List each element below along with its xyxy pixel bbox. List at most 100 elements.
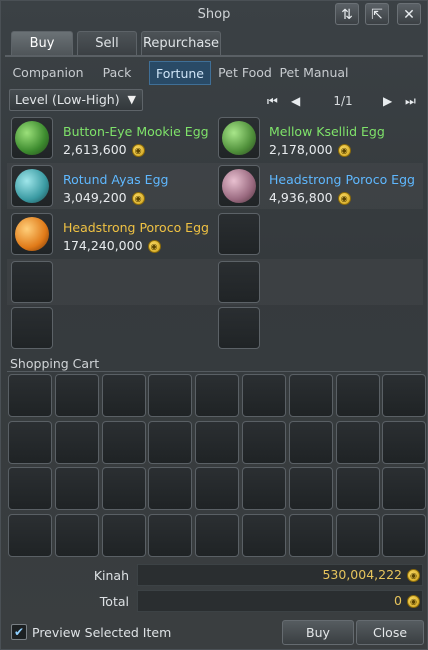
cart-slot[interactable] bbox=[335, 420, 380, 464]
empty-item-slot[interactable] bbox=[11, 307, 53, 349]
kinah-value: 530,004,222 bbox=[322, 567, 402, 582]
footer-bar: ✔ Preview Selected Item Buy Close bbox=[1, 618, 427, 648]
total-label: Total bbox=[99, 594, 129, 609]
kinah-coin-icon: ◉ bbox=[407, 595, 420, 608]
cart-slot[interactable] bbox=[54, 420, 99, 464]
kinah-field: 530,004,222 ◉ bbox=[137, 564, 423, 586]
item-slot[interactable] bbox=[218, 165, 260, 207]
sort-dropdown[interactable]: Level (Low-High) ▼ bbox=[9, 89, 143, 111]
last-page-icon[interactable]: ⏭ bbox=[405, 94, 416, 109]
cart-slot[interactable] bbox=[148, 467, 193, 510]
tab-sell[interactable]: Sell bbox=[77, 31, 137, 55]
tab-repurchase[interactable]: Repurchase bbox=[141, 31, 221, 55]
title-bar[interactable]: Shop ⇅ ⇱ ✕ bbox=[1, 1, 427, 29]
close-window-button[interactable]: ✕ bbox=[397, 3, 421, 25]
item-name[interactable]: Headstrong Poroco Egg bbox=[269, 172, 415, 187]
cart-slot[interactable] bbox=[288, 467, 333, 510]
kinah-coin-icon: ◉ bbox=[337, 144, 351, 157]
cart-slot[interactable] bbox=[54, 374, 99, 417]
kinah-coin-icon: ◉ bbox=[147, 240, 161, 253]
first-page-icon[interactable]: ⏮ bbox=[267, 94, 278, 109]
cart-slot[interactable] bbox=[8, 420, 52, 464]
item-slot[interactable] bbox=[218, 117, 260, 159]
price-value: 4,936,800 bbox=[269, 190, 333, 205]
green-egg-icon bbox=[15, 121, 49, 155]
cart-slot[interactable] bbox=[195, 420, 240, 464]
cart-slot[interactable] bbox=[335, 374, 380, 417]
item-name[interactable]: Button-Eye Mookie Egg bbox=[63, 124, 209, 139]
preview-checkbox[interactable]: ✔ bbox=[11, 624, 27, 640]
item-price: 4,936,800 ◉ bbox=[269, 190, 351, 205]
item-name[interactable]: Rotund Ayas Egg bbox=[63, 172, 168, 187]
total-value: 0 bbox=[394, 593, 402, 608]
empty-item-slot[interactable] bbox=[218, 213, 260, 255]
item-name[interactable]: Headstrong Poroco Egg bbox=[63, 220, 209, 235]
cart-slot[interactable] bbox=[54, 467, 99, 510]
item-slot[interactable] bbox=[11, 117, 53, 159]
cart-slot[interactable] bbox=[148, 420, 193, 464]
prev-page-icon[interactable]: ◀ bbox=[291, 94, 300, 108]
total-field: 0 ◉ bbox=[137, 590, 423, 612]
close-button[interactable]: Close bbox=[356, 620, 424, 645]
empty-item-slot[interactable] bbox=[218, 261, 260, 303]
green-egg-icon bbox=[222, 121, 256, 155]
subtab-pet-manual[interactable]: Pet Manual bbox=[279, 61, 349, 85]
item-slot[interactable] bbox=[11, 213, 53, 255]
page-indicator: 1/1 bbox=[333, 94, 353, 108]
cart-slot[interactable] bbox=[382, 420, 427, 464]
kinah-coin-icon: ◉ bbox=[337, 192, 351, 205]
empty-item-slot[interactable] bbox=[218, 307, 260, 349]
cart-slot[interactable] bbox=[54, 513, 99, 557]
kinah-coin-icon: ◉ bbox=[131, 144, 145, 157]
cart-slot[interactable] bbox=[382, 513, 427, 557]
item-price: 3,049,200 ◉ bbox=[63, 190, 145, 205]
category-tabs: Companion Pack Fortune Pet Food Pet Manu… bbox=[7, 61, 423, 85]
cart-slot[interactable] bbox=[8, 467, 52, 510]
item-name[interactable]: Mellow Ksellid Egg bbox=[269, 124, 385, 139]
cart-slot[interactable] bbox=[242, 513, 286, 557]
shopping-cart-label: Shopping Cart bbox=[10, 356, 100, 371]
price-value: 3,049,200 bbox=[63, 190, 127, 205]
cart-slot[interactable] bbox=[148, 513, 193, 557]
caret-down-icon: ▼ bbox=[127, 93, 136, 106]
cart-slot[interactable] bbox=[288, 420, 333, 464]
cart-slot[interactable] bbox=[101, 420, 146, 464]
cart-slot[interactable] bbox=[101, 467, 146, 510]
cart-slot[interactable] bbox=[195, 467, 240, 510]
refresh-button[interactable]: ⇅ bbox=[335, 3, 359, 25]
cart-slot[interactable] bbox=[335, 513, 380, 557]
subtab-pet-food[interactable]: Pet Food bbox=[215, 61, 275, 85]
item-price: 174,240,000 ◉ bbox=[63, 238, 161, 253]
empty-item-slot[interactable] bbox=[11, 261, 53, 303]
teal-egg-icon bbox=[15, 169, 49, 203]
price-value: 2,178,000 bbox=[269, 142, 333, 157]
cart-slot[interactable] bbox=[8, 374, 52, 417]
subtab-fortune[interactable]: Fortune bbox=[149, 61, 211, 85]
cart-slot[interactable] bbox=[101, 513, 146, 557]
cart-slot[interactable] bbox=[195, 513, 240, 557]
tab-buy[interactable]: Buy bbox=[11, 31, 73, 55]
cart-slot[interactable] bbox=[242, 467, 286, 510]
cart-slot[interactable] bbox=[335, 467, 380, 510]
cart-slot[interactable] bbox=[8, 513, 52, 557]
next-page-icon[interactable]: ▶ bbox=[383, 94, 392, 108]
cart-slot[interactable] bbox=[242, 420, 286, 464]
check-icon: ✔ bbox=[13, 625, 25, 639]
cart-slot[interactable] bbox=[101, 374, 146, 417]
cart-slot[interactable] bbox=[148, 374, 193, 417]
cart-slot[interactable] bbox=[195, 374, 240, 417]
cart-slot[interactable] bbox=[382, 374, 427, 417]
tab-divider bbox=[5, 55, 423, 57]
preview-label[interactable]: Preview Selected Item bbox=[32, 625, 171, 640]
subtab-companion[interactable]: Companion bbox=[7, 61, 89, 85]
subtab-pack[interactable]: Pack bbox=[95, 61, 139, 85]
item-row bbox=[7, 259, 423, 305]
kinah-coin-icon: ◉ bbox=[131, 192, 145, 205]
buy-button[interactable]: Buy bbox=[282, 620, 354, 645]
cart-slot[interactable] bbox=[288, 374, 333, 417]
item-slot[interactable] bbox=[11, 165, 53, 207]
collapse-button[interactable]: ⇱ bbox=[365, 3, 389, 25]
cart-slot[interactable] bbox=[382, 467, 427, 510]
cart-slot[interactable] bbox=[288, 513, 333, 557]
cart-slot[interactable] bbox=[242, 374, 286, 417]
